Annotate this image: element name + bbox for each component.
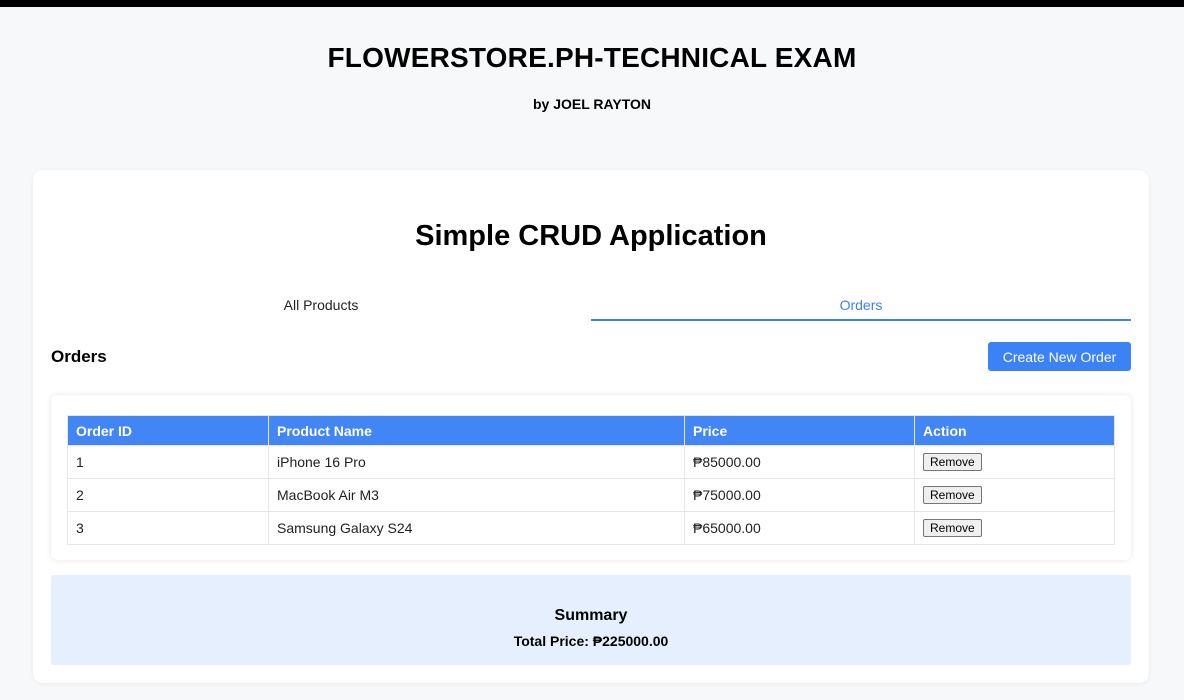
order-id-cell: 2 xyxy=(67,478,269,512)
tab-orders[interactable]: Orders xyxy=(591,288,1131,321)
product-name-cell: Samsung Galaxy S24 xyxy=(268,511,685,545)
action-cell: Remove xyxy=(914,511,1115,545)
remove-button[interactable]: Remove xyxy=(923,453,982,471)
orders-table-panel: Order ID Product Name Price Action 1 iPh… xyxy=(51,395,1131,560)
create-new-order-button[interactable]: Create New Order xyxy=(988,342,1131,371)
summary-panel: Summary Total Price: ₱225000.00 xyxy=(51,575,1131,665)
price-cell: ₱75000.00 xyxy=(684,478,915,512)
order-id-cell: 1 xyxy=(67,445,269,479)
remove-button[interactable]: Remove xyxy=(923,486,982,504)
column-header-order-id: Order ID xyxy=(67,415,269,446)
product-name-cell: iPhone 16 Pro xyxy=(268,445,685,479)
app-card: Simple CRUD Application All Products Ord… xyxy=(33,170,1149,683)
app-title: Simple CRUD Application xyxy=(415,220,767,252)
action-cell: Remove xyxy=(914,445,1115,479)
action-cell: Remove xyxy=(914,478,1115,512)
column-header-action: Action xyxy=(914,415,1115,446)
column-header-price: Price xyxy=(684,415,915,446)
site-title: FLOWERSTORE.PH-TECHNICAL EXAM xyxy=(327,42,857,73)
remove-button[interactable]: Remove xyxy=(923,519,982,537)
tab-bar: All Products Orders xyxy=(51,288,1131,321)
orders-heading: Orders xyxy=(51,347,107,366)
tab-all-products[interactable]: All Products xyxy=(51,288,591,321)
table-row: 1 iPhone 16 Pro ₱85000.00 Remove xyxy=(67,445,1115,479)
table-header-row: Order ID Product Name Price Action xyxy=(67,415,1115,446)
column-header-product-name: Product Name xyxy=(268,415,685,446)
price-cell: ₱65000.00 xyxy=(684,511,915,545)
summary-title: Summary xyxy=(554,607,628,624)
top-bar xyxy=(0,0,1184,7)
product-name-cell: MacBook Air M3 xyxy=(268,478,685,512)
table-row: 3 Samsung Galaxy S24 ₱65000.00 Remove xyxy=(67,511,1115,545)
price-cell: ₱85000.00 xyxy=(684,445,915,479)
table-row: 2 MacBook Air M3 ₱75000.00 Remove xyxy=(67,478,1115,512)
summary-total-price: Total Price: ₱225000.00 xyxy=(513,633,669,649)
order-id-cell: 3 xyxy=(67,511,269,545)
orders-table: Order ID Product Name Price Action 1 iPh… xyxy=(67,415,1115,545)
site-byline: by JOEL RAYTON xyxy=(532,96,651,112)
